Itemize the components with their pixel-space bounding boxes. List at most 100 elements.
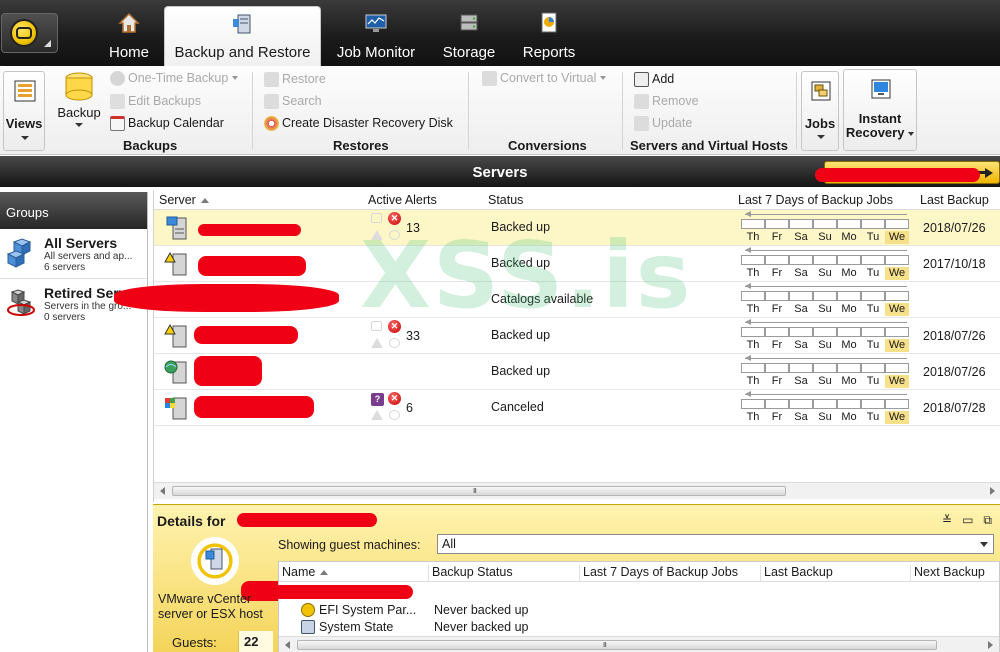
list-item[interactable]: EFI System Par... Never backed up: [279, 602, 999, 619]
day-cell: [861, 399, 885, 409]
vmware-host-icon: [191, 537, 239, 585]
warning-placeholder-icon: [371, 338, 383, 348]
scroll-left-icon[interactable]: [285, 641, 290, 649]
chevron-down-icon: [980, 542, 988, 547]
last-7-days-timeline: Th Fr Sa Su Mo Tu We: [741, 355, 911, 388]
day-label: Th: [746, 375, 760, 387]
table-row[interactable]: ✕ 33 Backed up Th Fr Sa Su Mo Tu We 2018/07/26: [154, 318, 1000, 354]
redaction-mark: [198, 224, 301, 236]
column-header-name[interactable]: Name: [279, 565, 429, 582]
restore-button[interactable]: Restore: [264, 70, 326, 88]
collapse-panel-icon[interactable]: ≚: [942, 513, 952, 528]
search-button[interactable]: Search: [264, 92, 322, 110]
column-header-next-backup[interactable]: Next Backup: [911, 565, 999, 582]
column-header-backup-status[interactable]: Backup Status: [429, 565, 580, 582]
table-row[interactable]: Catalogs available Th Fr Sa Su Mo Tu We: [114, 282, 1000, 318]
day-label: We: [885, 375, 909, 388]
day-cell: [837, 327, 861, 337]
servers-horizontal-scrollbar[interactable]: III: [154, 482, 1000, 499]
day-cell: [861, 219, 885, 229]
column-header-last-backup[interactable]: Last Backup: [920, 193, 989, 207]
update-server-button[interactable]: Update: [634, 114, 692, 132]
remove-server-button[interactable]: Remove: [634, 92, 699, 110]
create-disaster-recovery-disk-button[interactable]: Create Disaster Recovery Disk: [264, 114, 453, 132]
day-cell: [741, 219, 765, 229]
ribbon-separator: [622, 72, 623, 150]
edit-backups-button[interactable]: Edit Backups: [110, 92, 201, 110]
guests-summary: Guests: 22: [153, 631, 273, 652]
views-button[interactable]: Views: [3, 71, 45, 151]
critical-alert-icon: ✕: [388, 212, 401, 225]
monitor-icon: [365, 14, 387, 32]
table-row[interactable]: ✕ 13 Backed up Th Fr Sa Su Mo Tu We 2018/07/26: [154, 210, 1000, 246]
scroll-right-icon[interactable]: [988, 641, 993, 649]
groups-panel: Groups All Servers All servers and ap...…: [0, 192, 148, 652]
status-text: Catalogs available: [491, 292, 594, 306]
backup-calendar-button[interactable]: Backup Calendar: [110, 114, 224, 132]
day-cell: [861, 291, 885, 301]
info-placeholder-icon: [389, 410, 400, 420]
last-backup-date: 2018/07/26: [923, 221, 986, 235]
day-label: Tu: [866, 267, 880, 279]
jobs-button[interactable]: Jobs: [801, 71, 839, 151]
tab-backup-and-restore[interactable]: Backup and Restore: [164, 6, 321, 66]
guests-horizontal-scrollbar[interactable]: III: [279, 636, 999, 652]
add-server-button[interactable]: Add: [634, 70, 674, 88]
warning-placeholder-icon: [371, 230, 383, 240]
maximize-panel-icon[interactable]: ▭: [962, 513, 973, 528]
day-label: Sa: [794, 339, 808, 351]
house-icon: [118, 12, 140, 33]
alert-count: 33: [406, 329, 420, 343]
column-header-server[interactable]: Server: [159, 193, 209, 207]
tab-home[interactable]: Home: [100, 6, 158, 66]
day-label: Mo: [841, 411, 857, 423]
tab-reports[interactable]: Reports: [518, 6, 580, 66]
info-placeholder-icon: [389, 230, 400, 240]
create-dr-disk-label: Create Disaster Recovery Disk: [282, 116, 453, 130]
jobs-dropdown-icon: [817, 135, 825, 139]
table-row[interactable]: ? ✕ 6 Canceled Th Fr Sa Su Mo Tu We 2018/07/28: [154, 390, 1000, 426]
backups-group-title: Backups: [123, 138, 178, 153]
backup-button[interactable]: Backup: [55, 70, 103, 130]
tab-job-monitor[interactable]: Job Monitor: [333, 6, 419, 66]
column-header-last-backup[interactable]: Last Backup: [761, 565, 911, 582]
table-row[interactable]: Backed up Th Fr Sa Su Mo Tu We 2017/10/18: [154, 246, 1000, 282]
scrollbar-thumb[interactable]: III: [172, 486, 786, 496]
scrollbar-thumb[interactable]: III: [297, 640, 937, 650]
groups-header: Groups: [0, 192, 147, 229]
table-row[interactable]: Backed up Th Fr Sa Su Mo Tu We 2018/07/26: [154, 354, 1000, 390]
popout-panel-icon[interactable]: ⧉: [983, 513, 992, 528]
day-label: Mo: [841, 303, 857, 315]
alert-count: 6: [406, 401, 413, 415]
app-menu-button[interactable]: [1, 13, 58, 53]
day-label: We: [885, 411, 909, 424]
day-cell: [813, 327, 837, 337]
backup-dropdown-icon: [75, 123, 83, 127]
list-item[interactable]: System State Never backed up: [279, 619, 999, 636]
critical-alert-icon: ✕: [388, 392, 401, 405]
one-time-backup-label: One-Time Backup: [128, 71, 229, 85]
scroll-right-icon[interactable]: [990, 487, 995, 495]
group-all-servers[interactable]: All Servers All servers and ap... 6 serv…: [0, 229, 147, 279]
tab-storage[interactable]: Storage: [439, 6, 499, 66]
column-header-last7[interactable]: Last 7 Days of Backup Jobs: [738, 193, 893, 207]
guest-name: EFI System Par...: [319, 603, 417, 617]
instant-recovery-button[interactable]: Instant Recovery: [843, 69, 917, 151]
scroll-left-icon[interactable]: [160, 487, 165, 495]
convert-to-virtual-button[interactable]: Convert to Virtual: [482, 69, 607, 87]
day-label: Su: [818, 303, 832, 315]
instant-recovery-label-line1: Instant: [858, 111, 902, 126]
day-label: Sa: [794, 303, 808, 315]
servers-vhosts-group-title: Servers and Virtual Hosts: [630, 138, 788, 153]
redaction-mark: [198, 256, 306, 276]
guest-filter-select[interactable]: All: [437, 534, 994, 554]
day-cell: [837, 219, 861, 229]
column-header-status[interactable]: Status: [488, 193, 523, 207]
day-label: Tu: [866, 231, 880, 243]
column-header-alerts[interactable]: Active Alerts: [368, 193, 437, 207]
jobs-label: Jobs: [804, 116, 836, 131]
column-server-label: Server: [159, 193, 196, 207]
column-header-last7[interactable]: Last 7 Days of Backup Jobs: [580, 565, 761, 582]
one-time-backup-button[interactable]: One-Time Backup: [110, 69, 239, 87]
day-label: Fr: [771, 231, 783, 243]
